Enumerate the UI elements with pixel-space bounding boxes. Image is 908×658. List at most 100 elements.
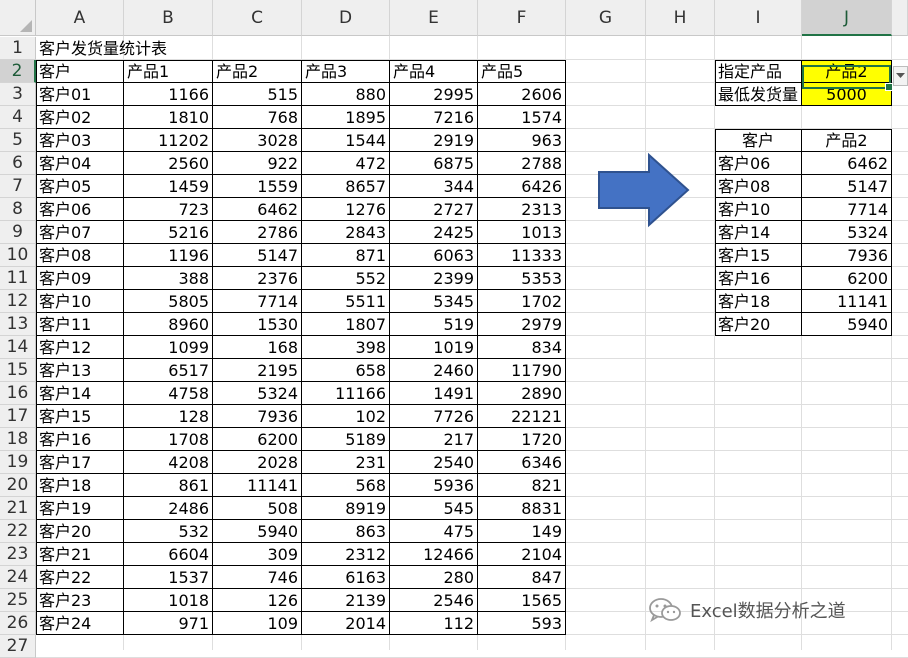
value-cell[interactable]: 871: [302, 244, 390, 267]
value-cell[interactable]: 2376: [213, 267, 302, 290]
customer-cell[interactable]: 客户02: [36, 106, 124, 129]
value-cell[interactable]: 5353: [478, 267, 566, 290]
customer-cell[interactable]: 客户22: [36, 566, 124, 589]
sheet-title[interactable]: 客户发货量统计表: [36, 37, 336, 60]
value-cell[interactable]: 2979: [478, 313, 566, 336]
value-cell[interactable]: 217: [390, 428, 478, 451]
value-cell[interactable]: 2843: [302, 221, 390, 244]
value-cell[interactable]: 2425: [390, 221, 478, 244]
value-cell[interactable]: 2995: [390, 83, 478, 106]
value-cell[interactable]: 6462: [213, 198, 302, 221]
value-cell[interactable]: 971: [124, 612, 213, 635]
value-cell[interactable]: 7216: [390, 106, 478, 129]
value-cell[interactable]: 309: [213, 543, 302, 566]
value-cell[interactable]: 102: [302, 405, 390, 428]
value-cell[interactable]: 880: [302, 83, 390, 106]
value-cell[interactable]: 7726: [390, 405, 478, 428]
value-cell[interactable]: 1544: [302, 129, 390, 152]
column-header-e[interactable]: E: [390, 0, 478, 36]
result-value-cell[interactable]: 7714: [802, 198, 892, 221]
customer-cell[interactable]: 客户10: [36, 290, 124, 313]
value-cell[interactable]: 1807: [302, 313, 390, 336]
result-value-cell[interactable]: 5324: [802, 221, 892, 244]
value-cell[interactable]: 1810: [124, 106, 213, 129]
value-cell[interactable]: 658: [302, 359, 390, 382]
column-header-h[interactable]: H: [646, 0, 715, 36]
result-value-cell[interactable]: 7936: [802, 244, 892, 267]
value-cell[interactable]: 12466: [390, 543, 478, 566]
value-cell[interactable]: 11141: [213, 474, 302, 497]
table-header-cell[interactable]: 客户: [36, 60, 124, 83]
value-cell[interactable]: 2786: [213, 221, 302, 244]
result-customer-cell[interactable]: 客户10: [715, 198, 802, 221]
customer-cell[interactable]: 客户17: [36, 451, 124, 474]
value-cell[interactable]: 568: [302, 474, 390, 497]
row-header-25[interactable]: 25: [0, 589, 36, 612]
value-cell[interactable]: 6426: [478, 175, 566, 198]
customer-cell[interactable]: 客户05: [36, 175, 124, 198]
result-value-cell[interactable]: 6200: [802, 267, 892, 290]
value-cell[interactable]: 821: [478, 474, 566, 497]
value-cell[interactable]: 388: [124, 267, 213, 290]
result-customer-cell[interactable]: 客户16: [715, 267, 802, 290]
result-customer-cell[interactable]: 客户14: [715, 221, 802, 244]
value-cell[interactable]: 863: [302, 520, 390, 543]
value-cell[interactable]: 2890: [478, 382, 566, 405]
column-header-b[interactable]: B: [124, 0, 213, 36]
result-header-cell[interactable]: 客户: [715, 129, 802, 152]
value-cell[interactable]: 861: [124, 474, 213, 497]
value-cell[interactable]: 11333: [478, 244, 566, 267]
customer-cell[interactable]: 客户14: [36, 382, 124, 405]
column-header-d[interactable]: D: [302, 0, 390, 36]
value-cell[interactable]: 2606: [478, 83, 566, 106]
value-cell[interactable]: 2540: [390, 451, 478, 474]
table-header-cell[interactable]: 产品2: [213, 60, 302, 83]
value-cell[interactable]: 1530: [213, 313, 302, 336]
product-label[interactable]: 指定产品: [715, 60, 802, 83]
value-cell[interactable]: 8831: [478, 497, 566, 520]
value-cell[interactable]: 11166: [302, 382, 390, 405]
value-cell[interactable]: 1491: [390, 382, 478, 405]
result-value-cell[interactable]: 11141: [802, 290, 892, 313]
value-cell[interactable]: 1574: [478, 106, 566, 129]
row-header-8[interactable]: 8: [0, 198, 36, 221]
value-cell[interactable]: 1537: [124, 566, 213, 589]
value-cell[interactable]: 6063: [390, 244, 478, 267]
value-cell[interactable]: 2313: [478, 198, 566, 221]
value-cell[interactable]: 168: [213, 336, 302, 359]
row-header-17[interactable]: 17: [0, 405, 36, 428]
column-header-f[interactable]: F: [478, 0, 566, 36]
value-cell[interactable]: 3028: [213, 129, 302, 152]
row-header-19[interactable]: 19: [0, 451, 36, 474]
value-cell[interactable]: 2460: [390, 359, 478, 382]
row-header-3[interactable]: 3: [0, 83, 36, 106]
value-cell[interactable]: 1559: [213, 175, 302, 198]
result-header-cell[interactable]: 产品2: [802, 129, 892, 152]
table-header-cell[interactable]: 产品1: [124, 60, 213, 83]
customer-cell[interactable]: 客户20: [36, 520, 124, 543]
customer-cell[interactable]: 客户12: [36, 336, 124, 359]
result-value-cell[interactable]: 5147: [802, 175, 892, 198]
row-header-11[interactable]: 11: [0, 267, 36, 290]
value-cell[interactable]: 22121: [478, 405, 566, 428]
value-cell[interactable]: 5216: [124, 221, 213, 244]
column-header-j[interactable]: J: [802, 0, 892, 36]
value-cell[interactable]: 593: [478, 612, 566, 635]
value-cell[interactable]: 126: [213, 589, 302, 612]
value-cell[interactable]: 1013: [478, 221, 566, 244]
customer-cell[interactable]: 客户08: [36, 244, 124, 267]
value-cell[interactable]: 515: [213, 83, 302, 106]
value-cell[interactable]: 963: [478, 129, 566, 152]
row-header-12[interactable]: 12: [0, 290, 36, 313]
value-cell[interactable]: 2546: [390, 589, 478, 612]
value-cell[interactable]: 8960: [124, 313, 213, 336]
value-cell[interactable]: 508: [213, 497, 302, 520]
value-cell[interactable]: 1720: [478, 428, 566, 451]
column-header-a[interactable]: A: [36, 0, 124, 36]
value-cell[interactable]: 1099: [124, 336, 213, 359]
value-cell[interactable]: 1166: [124, 83, 213, 106]
value-cell[interactable]: 847: [478, 566, 566, 589]
column-header-c[interactable]: C: [213, 0, 302, 36]
result-customer-cell[interactable]: 客户08: [715, 175, 802, 198]
value-cell[interactable]: 2727: [390, 198, 478, 221]
